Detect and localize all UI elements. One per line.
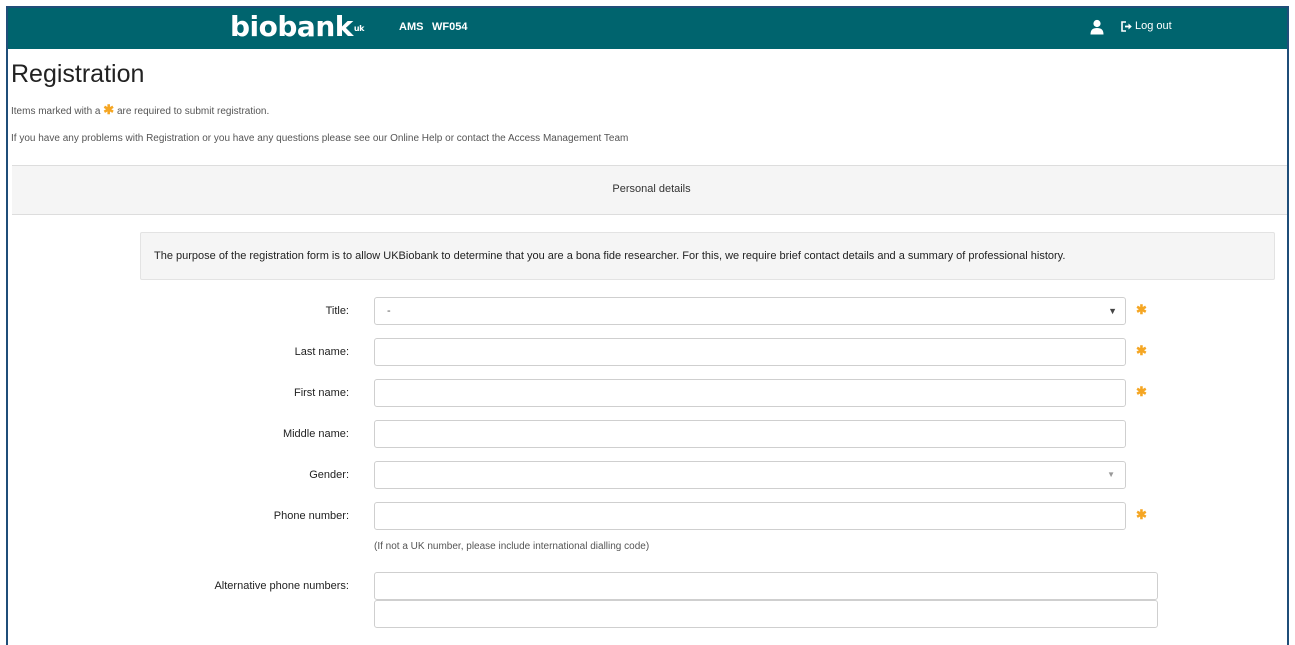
user-icon[interactable] (1090, 19, 1104, 35)
gender-select[interactable]: ▼ (374, 461, 1126, 489)
phone-hint: (If not a UK number, please include inte… (374, 541, 650, 552)
phone-label: Phone number: (273, 510, 349, 522)
section-title: Personal details (612, 183, 691, 195)
middle-name-label: Middle name: (282, 428, 349, 440)
alt-phone-input-2[interactable] (374, 600, 1158, 628)
alt-phone-input-1[interactable] (374, 572, 1158, 600)
nav-link-wf054[interactable]: WF054 (432, 21, 467, 33)
first-name-input[interactable] (374, 379, 1126, 407)
required-note-before: Items marked with a (11, 106, 101, 117)
first-name-label: First name: (293, 387, 349, 399)
logo-text: biobank (230, 10, 353, 43)
form-row-title: Title: - ▼ ✱ (8, 297, 1287, 325)
asterisk-icon: ✱ (1136, 302, 1147, 317)
last-name-input[interactable] (374, 338, 1126, 366)
help-note: If you have any problems with Registrati… (11, 133, 629, 144)
info-text: The purpose of the registration form is … (154, 250, 1066, 262)
biobank-logo[interactable]: biobankuk (230, 11, 364, 43)
logout-button[interactable]: Log out (1121, 20, 1172, 32)
asterisk-icon: ✱ (1136, 343, 1147, 358)
title-select[interactable]: - ▼ (374, 297, 1126, 325)
title-value: - (387, 305, 391, 317)
info-box: The purpose of the registration form is … (140, 232, 1275, 280)
middle-name-input[interactable] (374, 420, 1126, 448)
form-row-alt-phone: Alternative phone numbers: (8, 572, 1287, 600)
form-row-phone: Phone number: ✱ (8, 502, 1287, 530)
alt-phone-label: Alternative phone numbers: (214, 580, 349, 592)
gender-label: Gender: (309, 469, 349, 481)
logo-sup: uk (353, 24, 365, 33)
form-row-last-name: Last name: ✱ (8, 338, 1287, 366)
form-row-alt-phone-2 (8, 600, 1287, 628)
required-note: Items marked with a ✱ are required to su… (11, 102, 269, 118)
asterisk-icon: ✱ (103, 102, 115, 117)
top-navbar: biobankuk AMS WF054 Log out (8, 8, 1287, 49)
chevron-down-icon: ▼ (1108, 306, 1117, 316)
asterisk-icon: ✱ (1136, 507, 1147, 522)
logout-icon (1121, 20, 1132, 32)
phone-input[interactable] (374, 502, 1126, 530)
title-label: Title: (325, 305, 349, 317)
logout-label: Log out (1135, 20, 1172, 32)
asterisk-icon: ✱ (1136, 384, 1147, 399)
form-row-first-name: First name: ✱ (8, 379, 1287, 407)
page-title: Registration (11, 60, 145, 88)
page-frame: biobankuk AMS WF054 Log out Registration… (6, 6, 1289, 645)
form-row-gender: Gender: ▼ (8, 461, 1287, 489)
last-name-label: Last name: (294, 346, 349, 358)
form-row-middle-name: Middle name: (8, 420, 1287, 448)
nav-link-ams[interactable]: AMS (399, 21, 423, 33)
required-note-after: are required to submit registration. (116, 106, 270, 117)
chevron-down-icon: ▼ (1107, 470, 1115, 479)
section-header: Personal details (12, 165, 1287, 215)
